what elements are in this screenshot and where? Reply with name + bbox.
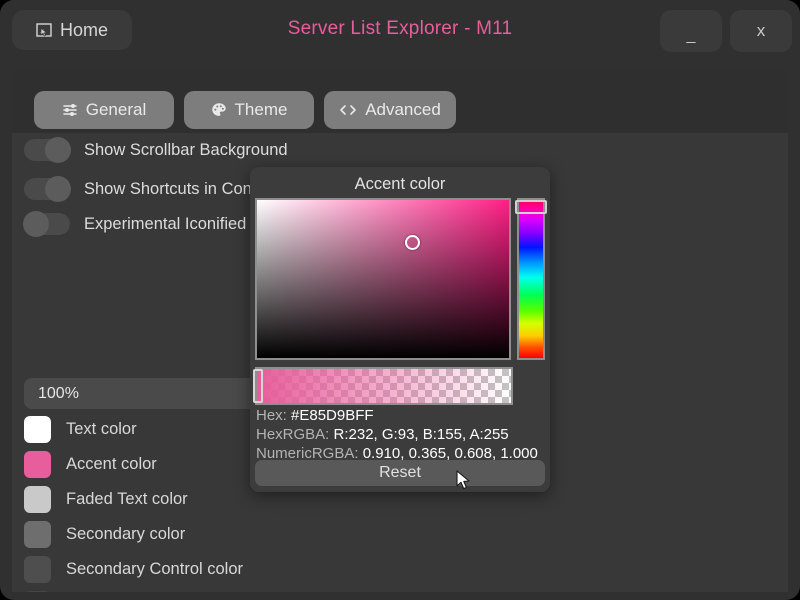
toggle-show-scrollbar-background[interactable] [24,137,71,163]
sliders-icon [62,102,78,118]
color-row-faded-text-color[interactable]: Faded Text color [24,486,188,513]
palette-icon [211,102,227,118]
color-swatch[interactable] [24,556,51,583]
tab-theme-label: Theme [234,100,288,119]
minimize-icon: _ [686,27,696,44]
color-picker-dialog: Accent color Hex: #E85D9BFF HexRGBA: R:2… [250,167,550,492]
tab-general-label: General [85,100,147,119]
color-row-text-color[interactable]: Text color [24,416,137,443]
color-swatch[interactable] [24,416,51,443]
hex-line: Hex: #E85D9BFF [256,406,538,425]
setting-label: Show Shortcuts in Con [84,179,252,198]
alpha-slider[interactable] [255,367,513,405]
color-values: Hex: #E85D9BFF HexRGBA: R:232, G:93, B:1… [256,406,538,463]
tab-bar: General Theme Advanced [12,68,788,133]
hex-value: #E85D9BFF [291,407,374,424]
setting-row-show-scrollbar-background[interactable]: Show Scrollbar Background [24,137,288,163]
color-row-secondary-color[interactable]: Secondary color [24,521,185,548]
scale-input-value: 100% [38,384,79,402]
color-swatch[interactable] [24,486,51,513]
color-swatch[interactable] [24,451,51,478]
sv-value-gradient [257,200,509,358]
color-label: Text color [66,420,137,438]
color-row-accent-color[interactable]: Accent color [24,451,157,478]
color-row-secondary-control-color[interactable]: Secondary Control color [24,556,243,583]
alpha-slider-handle[interactable] [253,369,263,403]
hex-key: Hex: [256,407,287,424]
title-bar: Home Server List Explorer - M11 _ x [0,0,800,60]
tab-advanced-label: Advanced [365,100,441,119]
alpha-gradient [257,369,511,403]
color-swatch[interactable] [24,591,51,592]
minimize-button[interactable]: _ [660,10,722,52]
hexrgba-line: HexRGBA: R:232, G:93, B:155, A:255 [256,425,538,444]
setting-row-experimental-iconified[interactable]: Experimental Iconified [23,211,247,237]
reset-button-label: Reset [379,464,421,481]
color-label: Secondary Control color [66,560,244,578]
tab-general[interactable]: General [34,91,174,129]
color-swatch[interactable] [24,521,51,548]
color-picker-title: Accent color [354,175,446,193]
color-row-control-color[interactable]: Control color [24,591,160,592]
sv-selector-handle[interactable] [405,235,420,250]
app-window: Home Server List Explorer - M11 _ x Gene… [0,0,800,600]
code-brackets-icon [339,103,357,117]
setting-label: Experimental Iconified [84,214,247,233]
close-button[interactable]: x [730,10,792,52]
color-label: Secondary color [66,525,186,543]
close-icon: x [756,21,766,40]
tab-theme[interactable]: Theme [184,91,314,129]
toggle-knob [45,137,71,163]
toggle-knob [23,211,49,237]
toggle-experimental-iconified[interactable] [23,211,70,237]
setting-label: Show Scrollbar Background [84,140,288,159]
saturation-value-area[interactable] [255,198,511,360]
color-label: Accent color [66,455,157,473]
toggle-show-shortcuts[interactable] [24,176,71,202]
tab-advanced[interactable]: Advanced [324,91,456,129]
hue-slider-handle[interactable] [515,200,547,214]
hue-slider[interactable] [517,198,545,360]
reset-button[interactable]: Reset [255,460,545,486]
color-label: Faded Text color [66,490,188,508]
setting-row-show-shortcuts[interactable]: Show Shortcuts in Con [24,176,252,202]
hexrgba-key: HexRGBA: [256,426,330,443]
toggle-knob [45,176,71,202]
hexrgba-value: R:232, G:93, B:155, A:255 [333,426,509,443]
